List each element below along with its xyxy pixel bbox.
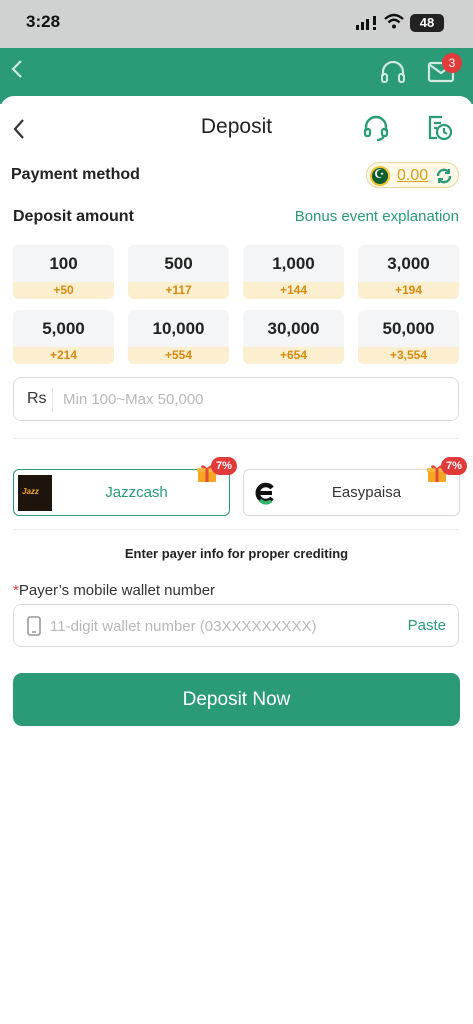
amount-option-3000[interactable]: 3,000 +194 — [358, 245, 459, 299]
amount-bonus: +117 — [128, 282, 229, 299]
wallet-number-label: *Payer’s mobile wallet number — [13, 582, 215, 599]
amount-value: 50,000 — [382, 319, 435, 338]
currency-label: Rs — [27, 390, 47, 407]
amount-bonus: +654 — [243, 347, 344, 364]
amount-bonus: +144 — [243, 282, 344, 299]
easypaisa-logo-icon — [255, 482, 274, 505]
amount-value: 100 — [49, 254, 78, 273]
page-title: Deposit — [200, 115, 273, 138]
pakistan-flag-icon — [370, 166, 390, 186]
battery-indicator: 48 — [410, 14, 444, 32]
amount-value: 10,000 — [152, 319, 205, 338]
wallet-label-text: Payer’s mobile wallet number — [18, 582, 216, 599]
deposit-now-button[interactable]: Deposit Now — [13, 673, 460, 726]
amount-value: 5,000 — [42, 319, 85, 338]
history-icon[interactable] — [425, 113, 453, 141]
promo-badge: 7% — [441, 457, 467, 475]
channel-name: Jazzcash — [105, 484, 168, 501]
amount-option-100[interactable]: 100 +50 — [13, 245, 114, 299]
amount-value: 1,000 — [272, 254, 315, 273]
customer-service-icon[interactable] — [362, 114, 390, 142]
amount-option-10000[interactable]: 10,000 +554 — [128, 310, 229, 364]
balance-value: 0.00 — [397, 167, 429, 184]
wallet-input-box: Paste — [13, 604, 459, 647]
amount-input-box: Rs — [13, 377, 459, 421]
amount-option-30000[interactable]: 30,000 +654 — [243, 310, 344, 364]
amount-input[interactable] — [63, 384, 443, 414]
wallet-number-input[interactable] — [50, 611, 390, 641]
headset-icon[interactable] — [380, 60, 406, 84]
back-arrow-icon[interactable] — [10, 58, 24, 80]
deposit-amount-label: Deposit amount — [13, 208, 134, 225]
mail-badge: 3 — [442, 53, 462, 73]
amount-bonus: +214 — [13, 347, 114, 364]
promo-badge: 7% — [211, 457, 237, 475]
jazzcash-logo-icon — [18, 475, 52, 511]
amount-bonus: +554 — [128, 347, 229, 364]
amount-value: 30,000 — [267, 319, 320, 338]
amount-bonus: +3,554 — [358, 347, 459, 364]
balance-pill: 0.00 — [366, 162, 459, 188]
payer-info-note: Enter payer info for proper crediting — [124, 546, 349, 561]
amount-option-1000[interactable]: 1,000 +144 — [243, 245, 344, 299]
amount-option-5000[interactable]: 5,000 +214 — [13, 310, 114, 364]
phone-icon — [27, 616, 41, 636]
amount-bonus: +50 — [13, 282, 114, 299]
payment-method-label: Payment method — [11, 166, 140, 183]
amount-option-500[interactable]: 500 +117 — [128, 245, 229, 299]
amount-bonus: +194 — [358, 282, 459, 299]
paste-button[interactable]: Paste — [408, 617, 446, 634]
divider — [13, 438, 459, 439]
divider — [13, 529, 459, 530]
bonus-explanation-link[interactable]: Bonus event explanation — [295, 208, 459, 225]
amount-value: 3,000 — [387, 254, 430, 273]
signal-icon — [356, 16, 376, 30]
status-time: 3:28 — [26, 12, 61, 31]
status-bar: 3:28 48 — [0, 0, 473, 48]
refresh-icon[interactable] — [435, 167, 453, 185]
divider — [52, 388, 53, 412]
channel-name: Easypaisa — [331, 484, 402, 501]
amount-option-50000[interactable]: 50,000 +3,554 — [358, 310, 459, 364]
amount-value: 500 — [164, 254, 193, 273]
wifi-icon — [384, 13, 404, 29]
